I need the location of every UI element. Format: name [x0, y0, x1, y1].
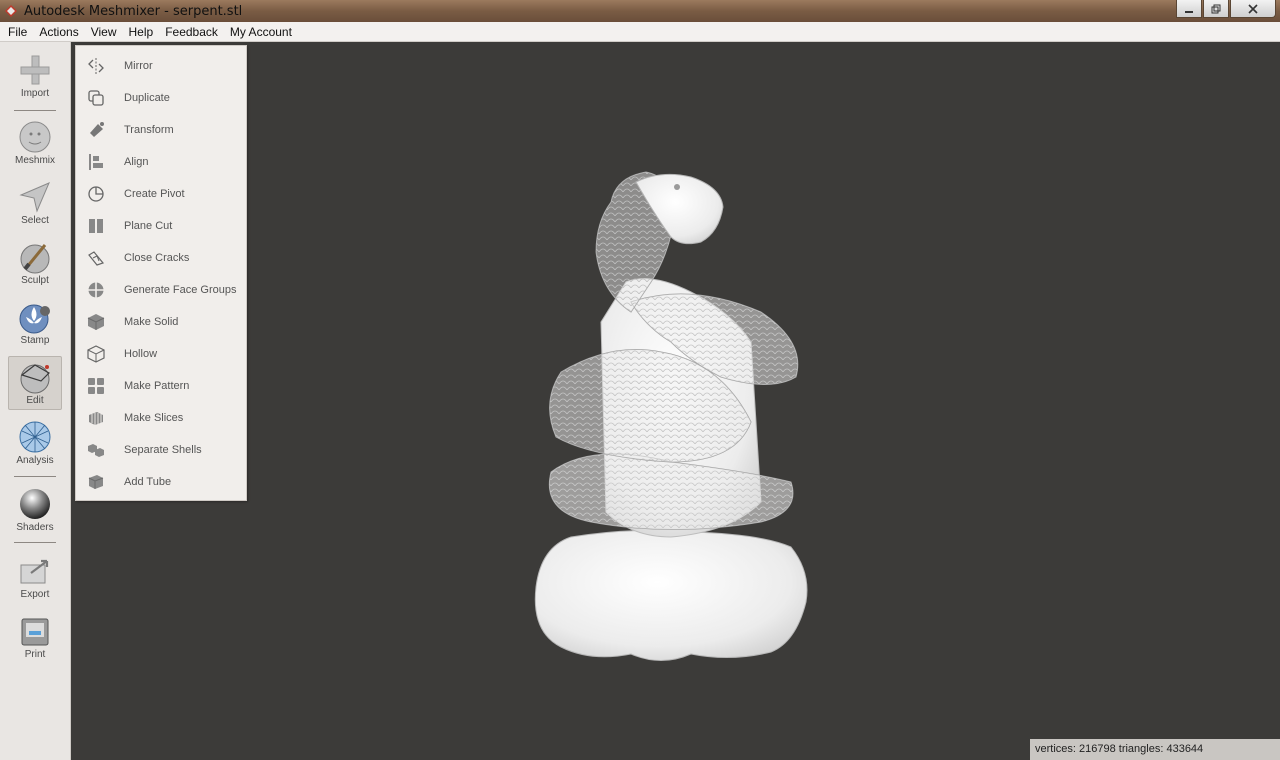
edit-item-close-cracks[interactable]: Close Cracks — [76, 242, 246, 274]
edit-item-label: Mirror — [124, 60, 153, 72]
hollow-cube-icon — [87, 345, 105, 363]
align-icon — [89, 154, 103, 170]
mirror-icon — [88, 58, 104, 74]
edit-item-label: Create Pivot — [124, 188, 185, 200]
edit-item-label: Make Solid — [124, 316, 179, 328]
edit-item-label: Generate Face Groups — [124, 284, 237, 296]
menu-bar: File Actions View Help Feedback My Accou… — [0, 22, 1280, 42]
solid-cube-icon — [87, 314, 105, 330]
restore-icon — [1211, 4, 1221, 13]
edit-item-label: Make Slices — [124, 412, 184, 424]
close-icon — [1248, 3, 1258, 14]
face-groups-icon — [88, 282, 104, 298]
edit-item-label: Make Pattern — [124, 380, 190, 392]
edit-item-label: Align — [124, 156, 149, 168]
minimize-icon — [1185, 10, 1193, 13]
serpent-model[interactable] — [71, 42, 1280, 760]
tool-stamp[interactable]: Stamp — [8, 297, 62, 351]
cursor-arrow-icon — [19, 182, 50, 213]
edit-item-add-tube[interactable]: Add Tube — [76, 466, 246, 498]
tool-label: Meshmix — [14, 155, 55, 166]
edit-item-make-slices[interactable]: Make Slices — [76, 402, 246, 434]
close-button[interactable] — [1230, 0, 1276, 18]
edit-item-align[interactable]: Align — [76, 146, 246, 178]
pivot-icon — [88, 186, 104, 202]
edit-item-separate-shells[interactable]: Separate Shells — [76, 434, 246, 466]
edit-item-label: Separate Shells — [124, 444, 202, 456]
slices-icon — [89, 412, 103, 425]
tool-select[interactable]: Select — [8, 177, 62, 231]
3d-viewport[interactable] — [71, 42, 1280, 760]
plane-cut-icon — [89, 219, 103, 233]
edit-item-label: Plane Cut — [124, 220, 173, 232]
tool-import[interactable]: Import — [8, 50, 62, 104]
edit-item-create-pivot[interactable]: Create Pivot — [76, 178, 246, 210]
edit-sphere-icon — [20, 364, 50, 394]
shiny-sphere-icon — [20, 489, 50, 519]
plus-icon — [20, 55, 50, 85]
edit-item-transform[interactable]: Transform — [76, 114, 246, 146]
menu-file[interactable]: File — [0, 22, 33, 42]
tool-sculpt[interactable]: Sculpt — [8, 237, 62, 291]
tool-print[interactable]: Print — [8, 611, 62, 665]
edit-item-hollow[interactable]: Hollow — [76, 338, 246, 370]
duplicate-icon — [88, 90, 104, 106]
tool-label: Analysis — [16, 455, 54, 466]
menu-actions[interactable]: Actions — [33, 22, 84, 42]
edit-item-generate-face-groups[interactable]: Generate Face Groups — [76, 274, 246, 306]
window-controls — [1176, 0, 1276, 18]
title-bar: Autodesk Meshmixer - serpent.stl — [0, 0, 1280, 22]
edit-item-label: Transform — [124, 124, 174, 136]
close-cracks-icon — [88, 251, 105, 266]
pattern-grid-icon — [88, 378, 104, 394]
menu-feedback[interactable]: Feedback — [159, 22, 224, 42]
tool-analysis[interactable]: Analysis — [8, 417, 62, 471]
tool-label: Export — [20, 589, 50, 600]
printer-icon — [21, 618, 49, 646]
toolbar-divider — [14, 476, 56, 477]
menu-my-account[interactable]: My Account — [224, 22, 298, 42]
menu-view[interactable]: View — [85, 22, 123, 42]
edit-item-make-pattern[interactable]: Make Pattern — [76, 370, 246, 402]
window-title: Autodesk Meshmixer - serpent.stl — [24, 3, 243, 19]
wireframe-sphere-icon — [19, 421, 51, 453]
meshmix-head-icon — [19, 121, 51, 153]
restore-button[interactable] — [1203, 0, 1229, 18]
mesh-stats-status: vertices: 216798 triangles: 433644 — [1030, 739, 1280, 760]
tool-export[interactable]: Export — [8, 551, 62, 605]
minimize-button[interactable] — [1176, 0, 1202, 18]
export-arrow-icon — [20, 559, 49, 584]
edit-item-mirror[interactable]: Mirror — [76, 50, 246, 82]
edit-submenu-panel: Mirror Duplicate Transform Align Create … — [75, 45, 247, 501]
edit-item-label: Add Tube — [124, 476, 172, 488]
tool-edit[interactable]: Edit — [8, 356, 62, 410]
tool-label: Import — [20, 88, 50, 99]
toolbar-divider — [14, 542, 56, 543]
edit-item-plane-cut[interactable]: Plane Cut — [76, 210, 246, 242]
tool-label: Edit — [26, 395, 44, 406]
edit-item-make-solid[interactable]: Make Solid — [76, 306, 246, 338]
menu-help[interactable]: Help — [123, 22, 160, 42]
edit-item-duplicate[interactable]: Duplicate — [76, 82, 246, 114]
tool-label: Select — [21, 215, 49, 226]
edit-item-label: Duplicate — [124, 92, 170, 104]
meshmixer-logo-icon — [5, 5, 17, 17]
tool-shaders[interactable]: Shaders — [8, 484, 62, 538]
toolbar-divider — [14, 110, 56, 111]
left-toolbar: Import Meshmix Select Sculpt Stamp Edit … — [0, 42, 71, 760]
stamp-fleur-icon — [19, 304, 50, 334]
tube-icon — [88, 475, 104, 489]
edit-item-label: Hollow — [124, 348, 158, 360]
separate-shells-icon — [88, 444, 104, 457]
edit-item-label: Close Cracks — [124, 252, 190, 264]
brush-sphere-icon — [20, 244, 50, 274]
tool-label: Shaders — [16, 522, 54, 533]
tool-label: Sculpt — [21, 275, 49, 286]
tool-label: Stamp — [20, 335, 50, 346]
tool-label: Print — [24, 649, 46, 660]
transform-icon — [90, 122, 104, 137]
tool-meshmix[interactable]: Meshmix — [8, 117, 62, 171]
